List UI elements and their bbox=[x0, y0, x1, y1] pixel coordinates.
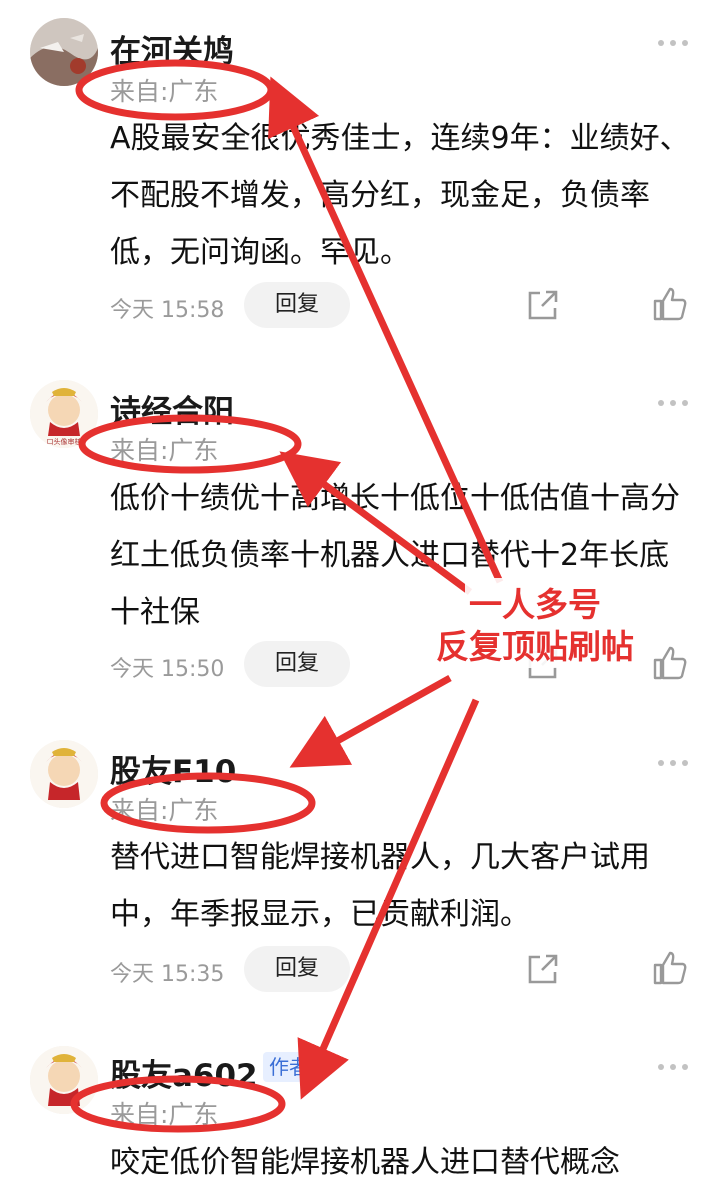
username[interactable]: 股友a602 bbox=[110, 1050, 258, 1095]
author-badge: 作者 bbox=[263, 1052, 315, 1082]
timestamp: 今天 15:35 bbox=[110, 962, 225, 987]
username[interactable]: 股友F10 bbox=[110, 746, 236, 791]
avatar[interactable]: 口头像审核 bbox=[30, 380, 98, 448]
avatar[interactable] bbox=[30, 1046, 98, 1114]
location-label: 来自:广东 bbox=[110, 796, 219, 825]
username[interactable]: 在河关鸠 bbox=[110, 26, 234, 71]
avatar[interactable] bbox=[30, 740, 98, 808]
comment-text: 咬定低价智能焊接机器人进口替代概念 bbox=[110, 1145, 620, 1180]
reply-button[interactable]: 回复 bbox=[244, 946, 350, 992]
thumbs-up-icon[interactable] bbox=[652, 950, 688, 986]
annotation-label: 一人多号 bbox=[465, 578, 605, 626]
location-label: 来自:广东 bbox=[110, 77, 219, 106]
share-icon[interactable] bbox=[526, 952, 560, 986]
avatar[interactable] bbox=[30, 18, 98, 86]
comment-text: 低价十绩优十高增长十低位十低估值十高分红土低负债率十机器人进口替代十2年长底十社… bbox=[110, 481, 680, 630]
avatar-image bbox=[30, 1046, 98, 1114]
avatar-image bbox=[30, 740, 98, 808]
more-dots-icon[interactable] bbox=[656, 38, 690, 48]
avatar-image: 口头像审核 bbox=[30, 380, 98, 448]
more-dots-icon[interactable] bbox=[656, 398, 690, 408]
thumbs-up-icon[interactable] bbox=[652, 645, 688, 681]
svg-text:口头像审核: 口头像审核 bbox=[47, 437, 82, 446]
username[interactable]: 诗经合阳 bbox=[110, 386, 234, 431]
comment-text: A股最安全很优秀佳士，连续9年：业绩好、不配股不增发，高分红，现金足，负债率低，… bbox=[110, 121, 690, 270]
more-dots-icon[interactable] bbox=[656, 1062, 690, 1072]
share-icon[interactable] bbox=[526, 288, 560, 322]
thumbs-up-icon[interactable] bbox=[652, 286, 688, 322]
reply-button[interactable]: 回复 bbox=[244, 641, 350, 687]
annotation-arrow bbox=[289, 674, 452, 768]
location-label: 来自:广东 bbox=[110, 1100, 219, 1129]
reply-button[interactable]: 回复 bbox=[244, 282, 350, 328]
annotation-label: 反复顶贴刷帖 bbox=[432, 620, 638, 668]
location-label: 来自:广东 bbox=[110, 436, 219, 465]
timestamp: 今天 15:50 bbox=[110, 657, 225, 682]
timestamp: 今天 15:58 bbox=[110, 298, 225, 323]
comment-text: 替代进口智能焊接机器人，几大客户试用中，年季报显示，已贡献利润。 bbox=[110, 840, 650, 932]
more-dots-icon[interactable] bbox=[656, 758, 690, 768]
avatar-image bbox=[30, 18, 98, 86]
